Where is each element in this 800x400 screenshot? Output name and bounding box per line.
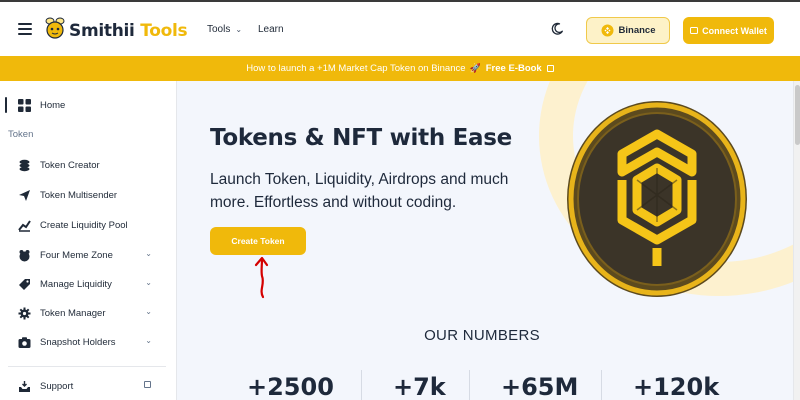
camera-icon <box>18 336 31 349</box>
frog-icon <box>18 249 31 262</box>
sidebar-item-label: Create Liquidity Pool <box>40 219 128 231</box>
active-indicator <box>5 97 7 113</box>
moon-icon[interactable] <box>550 22 564 36</box>
sidebar-item-manage-liquidity[interactable]: Manage Liquidity ⌄ <box>18 275 158 293</box>
external-link-icon <box>144 381 151 388</box>
stat-value: +2500 <box>247 373 334 400</box>
logo-bee-icon[interactable] <box>44 16 66 40</box>
sidebar: Home Token Token Creator Token Multisend… <box>0 81 177 400</box>
sidebar-item-label: Manage Liquidity <box>40 278 112 290</box>
binance-coin-icon <box>567 101 747 297</box>
hamburger-icon[interactable] <box>18 23 32 35</box>
wallet-icon <box>690 27 699 34</box>
red-arrow-annotation <box>254 256 269 299</box>
stat-value: +120k <box>633 373 720 400</box>
external-link-icon <box>546 65 554 72</box>
inbox-icon <box>18 380 31 393</box>
logo-name: Smithii <box>69 21 135 41</box>
rocket-icon: 🚀 <box>469 63 481 73</box>
stat-divider <box>469 370 470 400</box>
nav-learn-link[interactable]: Learn <box>258 24 284 35</box>
sidebar-item-label: Token Manager <box>40 307 106 319</box>
chart-icon <box>18 219 31 232</box>
logo-accent: Tools <box>140 21 188 41</box>
send-icon <box>18 189 31 202</box>
sidebar-item-label: Home <box>40 99 66 111</box>
promo-banner[interactable]: How to launch a +1M Market Cap Token on … <box>0 56 800 81</box>
main-content: Tokens & NFT with Ease Launch Token, Liq… <box>177 81 793 400</box>
sidebar-item-label: Token Multisender <box>40 189 118 201</box>
sidebar-item-label: Snapshot Holders <box>40 336 116 348</box>
sidebar-item-label: Token Creator <box>40 159 100 171</box>
stat-value: +7k <box>393 373 446 400</box>
chevron-down-icon: ⌄ <box>145 278 152 287</box>
sidebar-item-support[interactable]: Support <box>18 377 158 395</box>
create-token-button[interactable]: Create Token <box>210 227 306 255</box>
binance-button[interactable]: Binance <box>586 17 670 44</box>
tag-icon <box>18 278 31 291</box>
coins-icon <box>18 159 31 172</box>
sidebar-item-token-creator[interactable]: Token Creator <box>18 156 158 174</box>
numbers-title: OUR NUMBERS <box>424 327 540 344</box>
gear-icon <box>18 307 31 320</box>
sidebar-item-label: Four Meme Zone <box>40 249 113 261</box>
grid-icon <box>18 98 31 112</box>
stat-divider <box>361 370 362 400</box>
chevron-down-icon: ⌄ <box>145 249 152 258</box>
sidebar-section-token: Token <box>8 129 34 140</box>
banner-text: How to launch a +1M Market Cap Token on … <box>246 63 466 74</box>
hero-subtitle: Launch Token, Liquidity, Airdrops and mu… <box>210 171 509 211</box>
chevron-down-icon: ⌄ <box>145 307 152 316</box>
binance-logo-icon <box>601 24 614 37</box>
chevron-down-icon: ⌄ <box>235 25 243 34</box>
sidebar-item-label: Support <box>40 380 74 392</box>
sidebar-item-token-multisender[interactable]: Token Multisender <box>18 186 158 204</box>
scrollbar-thumb[interactable] <box>795 85 800 145</box>
stat-value: +65M <box>501 373 579 400</box>
nav-tools-menu[interactable]: Tools ⌄ <box>207 24 242 35</box>
banner-ebook-link[interactable]: Free E-Book <box>486 63 542 74</box>
connect-wallet-button[interactable]: Connect Wallet <box>683 17 774 44</box>
connect-wallet-label: Connect Wallet <box>702 25 767 36</box>
hero-title: Tokens & NFT with Ease <box>210 125 512 151</box>
sidebar-item-four-meme-zone[interactable]: Four Meme Zone ⌄ <box>18 246 158 264</box>
sidebar-item-token-manager[interactable]: Token Manager ⌄ <box>18 304 158 322</box>
top-header: Smithii Tools Tools ⌄ Learn Binance Conne… <box>0 0 800 56</box>
sidebar-item-home[interactable]: Home <box>18 96 158 114</box>
page-scrollbar[interactable] <box>793 81 800 400</box>
binance-button-label: Binance <box>618 25 656 36</box>
nav-tools-label: Tools <box>207 24 231 35</box>
sidebar-divider <box>8 366 166 367</box>
logo-wordmark[interactable]: Smithii Tools <box>69 21 188 41</box>
stat-divider <box>601 370 602 400</box>
sidebar-item-create-liquidity-pool[interactable]: Create Liquidity Pool <box>18 216 158 234</box>
sidebar-item-snapshot-holders[interactable]: Snapshot Holders ⌄ <box>18 333 158 351</box>
chevron-down-icon: ⌄ <box>145 336 152 345</box>
